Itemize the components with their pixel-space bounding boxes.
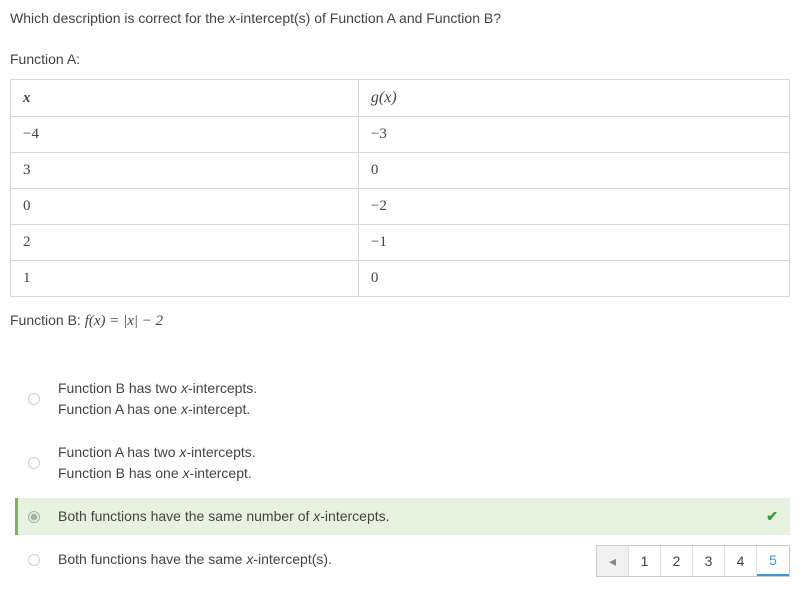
function-a-label: Function A: bbox=[10, 51, 790, 67]
question-xvar: x bbox=[229, 10, 236, 26]
question-text: Which description is correct for the x-i… bbox=[10, 10, 790, 26]
table-row: 10 bbox=[11, 261, 790, 297]
page-3[interactable]: 3 bbox=[693, 546, 725, 576]
page-2[interactable]: 2 bbox=[661, 546, 693, 576]
check-icon: ✔ bbox=[766, 508, 778, 525]
page-1[interactable]: 1 bbox=[629, 546, 661, 576]
option-3[interactable]: Both functions have the same number of x… bbox=[15, 498, 790, 535]
radio-icon bbox=[28, 457, 40, 469]
radio-icon bbox=[28, 511, 40, 523]
header-x: x bbox=[11, 80, 359, 117]
option-text: Both functions have the same number of x… bbox=[58, 506, 390, 527]
option-2[interactable]: Function A has two x-intercepts. Functio… bbox=[15, 434, 790, 492]
question-suffix: -intercept(s) of Function A and Function… bbox=[236, 10, 501, 26]
option-1[interactable]: Function B has two x-intercepts. Functio… bbox=[15, 370, 790, 428]
table-row: 0−2 bbox=[11, 189, 790, 225]
radio-icon bbox=[28, 554, 40, 566]
table-row: 30 bbox=[11, 153, 790, 189]
table-row: 2−1 bbox=[11, 225, 790, 261]
header-gx: g(x) bbox=[358, 80, 789, 117]
option-text: Function A has two x-intercepts. Functio… bbox=[58, 442, 256, 484]
page-5[interactable]: 5 bbox=[757, 546, 789, 576]
table-row: −4−3 bbox=[11, 117, 790, 153]
function-a-table: x g(x) −4−3 30 0−2 2−1 10 bbox=[10, 79, 790, 297]
pagination: ◂ 1 2 3 4 5 bbox=[596, 545, 790, 577]
function-b-label: Function B: f(x) = |x| − 2 bbox=[10, 312, 790, 330]
function-b-expr: f(x) = |x| − 2 bbox=[85, 313, 163, 329]
radio-icon bbox=[28, 393, 40, 405]
option-text: Function B has two x-intercepts. Functio… bbox=[58, 378, 257, 420]
page-4[interactable]: 4 bbox=[725, 546, 757, 576]
option-text: Both functions have the same x-intercept… bbox=[58, 549, 332, 570]
question-prefix: Which description is correct for the bbox=[10, 10, 229, 26]
prev-button[interactable]: ◂ bbox=[597, 546, 629, 576]
